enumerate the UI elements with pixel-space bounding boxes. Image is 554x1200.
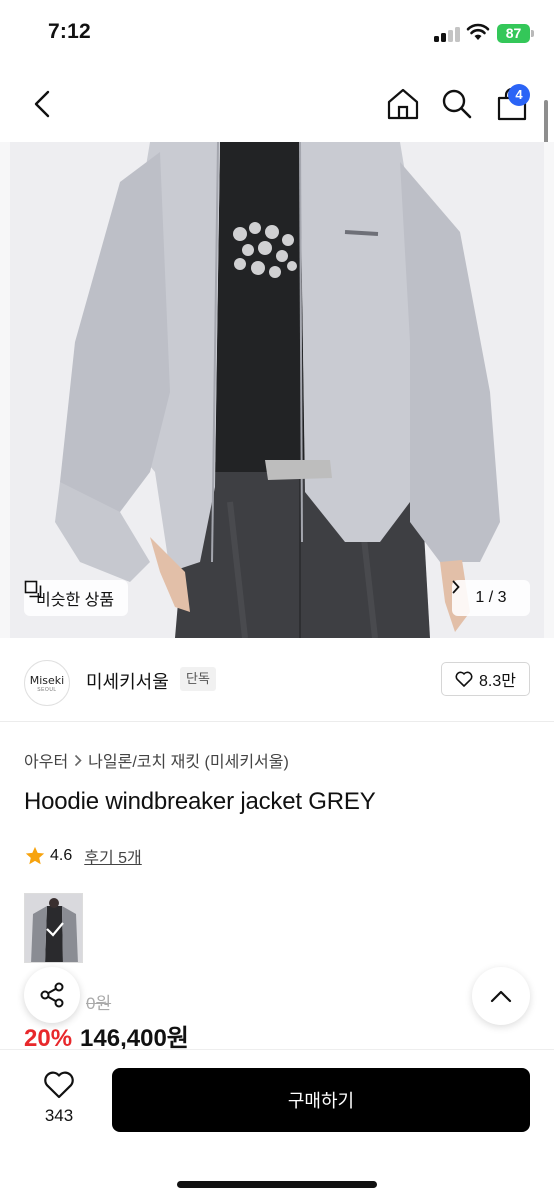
product-image-gallery[interactable]: 비슷한 상품 1 / 3 — [0, 142, 554, 638]
similar-products-button[interactable]: 비슷한 상품 — [24, 580, 129, 616]
exclusive-badge: 단독 — [180, 667, 216, 691]
scroll-to-top-button[interactable] — [472, 967, 530, 1025]
wishlist-button[interactable]: 343 — [30, 1070, 88, 1134]
image-page-counter[interactable]: 1 / 3 — [452, 580, 530, 616]
status-bar: 7:12 87 — [0, 0, 554, 66]
chevron-right-icon — [75, 754, 82, 766]
battery-tip — [531, 30, 534, 37]
breadcrumb-category[interactable]: 아우터 — [24, 748, 68, 772]
star-icon — [25, 846, 45, 865]
brand-like-button[interactable]: 8.3만 — [441, 662, 530, 696]
brand-logo[interactable]: Miseki SEOUL — [24, 660, 70, 706]
copy-squares-icon — [24, 580, 42, 598]
chevron-left-icon — [34, 90, 50, 118]
share-icon — [40, 982, 64, 1008]
rating-row: 4.6 후기 5개 — [24, 844, 142, 868]
product-photo — [0, 142, 554, 638]
brand-like-count: 8.3만 — [479, 673, 516, 690]
brand-logo-subtext: SEOUL — [37, 686, 57, 693]
breadcrumb: 아우터 나일론/코치 재킷 (미세키서울) — [24, 748, 289, 772]
brand-logo-text: Miseki — [29, 673, 65, 687]
home-button[interactable] — [384, 84, 422, 124]
cellular-signal-icon — [434, 26, 460, 42]
rating-value: 4.6 — [50, 847, 73, 864]
bottom-purchase-bar: 343 구매하기 — [0, 1049, 554, 1200]
page-counter-text: 1 / 3 — [475, 589, 507, 606]
cart-count-badge: 4 — [508, 84, 530, 106]
brand-name[interactable]: 미세키서울 — [86, 668, 169, 694]
original-price: 0원 — [86, 994, 112, 1013]
product-title: Hoodie windbreaker jacket GREY — [24, 788, 376, 815]
breadcrumb-subcategory[interactable]: 나일론/코치 재킷 (미세키서울) — [88, 748, 289, 772]
search-button[interactable] — [438, 84, 476, 124]
wishlist-count: 343 — [44, 1106, 74, 1125]
battery-indicator: 87 — [497, 24, 530, 43]
review-count-link[interactable]: 후기 5개 — [84, 844, 142, 868]
home-icon — [387, 88, 419, 120]
status-time: 7:12 — [48, 20, 91, 43]
back-button[interactable] — [24, 84, 60, 124]
heart-icon — [44, 1071, 74, 1099]
price-row: 20% 146,400원 — [24, 1018, 189, 1053]
color-option-thumbnail[interactable] — [24, 893, 83, 963]
share-button[interactable] — [24, 967, 80, 1023]
similar-products-label: 비슷한 상품 — [36, 592, 115, 609]
search-icon — [442, 89, 472, 119]
home-indicator — [177, 1181, 377, 1188]
top-navigation — [0, 66, 554, 142]
buy-button[interactable]: 구매하기 — [112, 1068, 530, 1132]
chevron-right-icon — [452, 580, 460, 594]
sale-price: 146,400원 — [80, 1025, 189, 1052]
heart-icon — [455, 671, 473, 687]
wifi-icon — [466, 23, 490, 40]
chevron-up-icon — [490, 990, 512, 1003]
thumbnail-photo — [25, 894, 82, 962]
brand-row: Miseki SEOUL 미세키서울 단독 8.3만 — [0, 638, 554, 722]
